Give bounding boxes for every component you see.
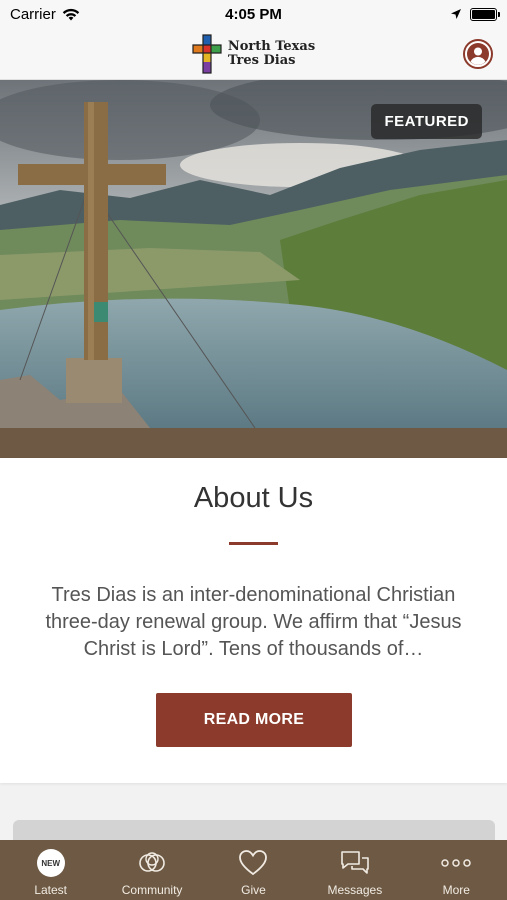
- wifi-icon: [62, 8, 80, 20]
- location-arrow-icon: [451, 9, 461, 19]
- status-right: [450, 7, 500, 21]
- featured-badge: FEATURED: [371, 104, 482, 139]
- more-icon: [441, 859, 471, 867]
- tab-latest[interactable]: NEW Latest: [1, 848, 101, 897]
- tab-label: Messages: [327, 883, 383, 897]
- title-divider: [229, 542, 278, 545]
- logo-text: North Texas Tres Dias: [227, 38, 316, 68]
- about-title: About Us: [193, 482, 314, 514]
- clock: 4:05 PM: [225, 5, 282, 23]
- new-badge-icon: NEW: [36, 849, 65, 877]
- read-more-button[interactable]: READ MORE: [156, 693, 352, 747]
- status-bar: Carrier 4:05 PM: [0, 0, 507, 28]
- app-header: North Texas Tres Dias: [0, 28, 507, 80]
- tab-more[interactable]: More: [406, 848, 506, 897]
- tab-community[interactable]: Community: [102, 848, 202, 897]
- user-icon: [467, 43, 489, 65]
- tab-bar: NEW Latest Community Give Messages More: [0, 840, 507, 900]
- logo-line2: Tres Dias: [227, 52, 296, 68]
- app-logo: North Texas Tres Dias: [192, 33, 316, 74]
- carrier-label: Carrier: [10, 5, 56, 23]
- tab-label: More: [442, 883, 470, 897]
- battery-icon: [470, 7, 500, 21]
- heart-icon: [239, 850, 268, 876]
- tab-give[interactable]: Give: [203, 848, 303, 897]
- featured-hero-image[interactable]: FEATURED: [0, 80, 507, 428]
- tab-label: Latest: [34, 883, 68, 897]
- hero-caption-strip: [0, 428, 507, 458]
- community-icon: [139, 852, 165, 872]
- tab-messages[interactable]: Messages: [305, 848, 405, 897]
- tab-label: Community: [121, 883, 183, 897]
- messages-icon: [341, 851, 369, 874]
- stained-glass-cross-icon: [192, 33, 222, 74]
- status-left: Carrier: [10, 6, 80, 23]
- tab-label: Give: [241, 883, 266, 897]
- about-card: About Us Tres Dias is an inter-denominat…: [0, 458, 507, 783]
- profile-button[interactable]: [463, 39, 493, 69]
- logo-line1: North Texas: [227, 38, 316, 54]
- about-description: Tres Dias is an inter-denominational Chr…: [45, 584, 462, 660]
